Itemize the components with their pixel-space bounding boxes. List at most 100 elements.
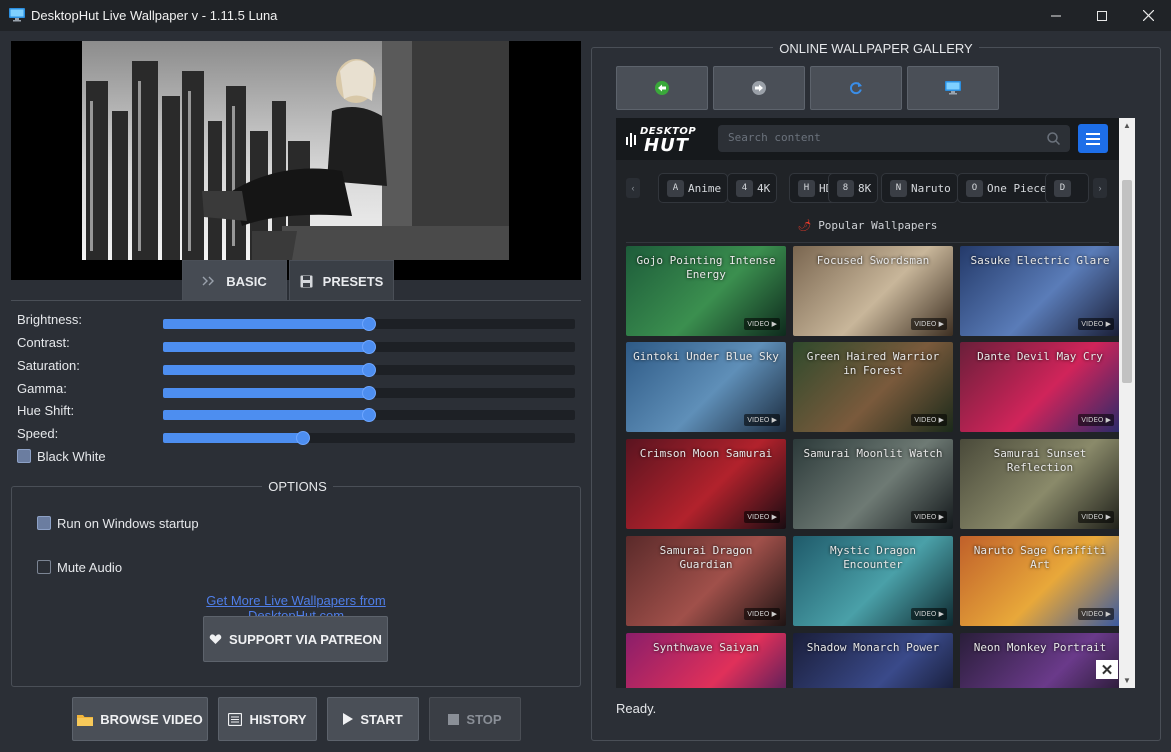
speed-slider[interactable]: [163, 431, 575, 445]
category-chip[interactable]: N Naruto: [881, 173, 958, 203]
wallpaper-card[interactable]: Mystic Dragon Encounter VIDEO ▶: [793, 536, 953, 626]
wallpaper-card-title: Dante Devil May Cry: [977, 350, 1103, 363]
hue-shift-slider[interactable]: [163, 408, 575, 422]
search-placeholder: Search content: [728, 131, 821, 144]
mute-audio-label: Mute Audio: [57, 560, 123, 575]
stop-label: STOP: [466, 711, 502, 727]
chip-badge: 4: [736, 179, 753, 197]
tab-presets[interactable]: PRESETS: [289, 260, 394, 301]
tab-basic[interactable]: BASIC: [182, 260, 287, 301]
patreon-button-label: SUPPORT VIA PATREON: [229, 631, 382, 647]
category-chip[interactable]: A Anime: [658, 173, 729, 203]
category-chip[interactable]: D: [1045, 173, 1089, 203]
folder-icon: [77, 714, 94, 726]
wallpaper-preview: [11, 41, 581, 280]
chip-label: One Piece: [987, 181, 1047, 195]
wallpaper-card[interactable]: Gojo Pointing Intense Energy VIDEO ▶: [626, 246, 786, 336]
refresh-icon: [850, 82, 862, 95]
saturation-slider[interactable]: [163, 363, 575, 377]
play-icon: [343, 713, 354, 725]
chip-label: Naruto: [911, 181, 951, 195]
category-chip[interactable]: 8 8K: [828, 173, 879, 203]
app-icon: [9, 8, 25, 22]
maximize-button[interactable]: [1079, 0, 1125, 31]
video-badge: VIDEO ▶: [744, 318, 780, 330]
search-input[interactable]: Search content: [718, 125, 1070, 152]
contrast-slider-handle[interactable]: [362, 340, 376, 354]
minimize-button[interactable]: [1033, 0, 1079, 31]
category-chip[interactable]: O One Piece: [957, 173, 1054, 203]
wallpaper-card[interactable]: Shadow Monarch PowerVIDEO ▶: [793, 633, 953, 688]
wallpaper-card[interactable]: Synthwave SaiyanVIDEO ▶: [626, 633, 786, 688]
patreon-button[interactable]: SUPPORT VIA PATREON: [203, 616, 388, 662]
wallpaper-card-title: Crimson Moon Samurai: [639, 447, 773, 460]
wallpaper-card[interactable]: Gintoki Under Blue Sky VIDEO ▶: [626, 342, 786, 432]
browse-video-button[interactable]: BROWSE VIDEO: [72, 697, 208, 741]
hamburger-icon: [1086, 133, 1100, 145]
webview-scroll-thumb[interactable]: [1122, 180, 1132, 383]
ad-close-button[interactable]: ✕: [1096, 660, 1118, 679]
back-button[interactable]: [616, 66, 708, 110]
gamma-slider-handle[interactable]: [362, 386, 376, 400]
wallpaper-card[interactable]: Sasuke Electric Glare VIDEO ▶: [960, 246, 1120, 336]
wallpaper-card[interactable]: Crimson Moon Samurai VIDEO ▶: [626, 439, 786, 529]
minimize-icon: [1051, 15, 1061, 16]
brightness-slider[interactable]: [163, 317, 575, 331]
video-badge: VIDEO ▶: [911, 414, 947, 426]
video-badge: VIDEO ▶: [911, 318, 947, 330]
chip-label: 8K: [858, 181, 872, 195]
history-button[interactable]: HISTORY: [218, 697, 317, 741]
chip-badge: 8: [837, 179, 854, 197]
video-badge: VIDEO ▶: [744, 608, 780, 620]
wallpaper-card[interactable]: Samurai Moonlit Watch VIDEO ▶: [793, 439, 953, 529]
refresh-button[interactable]: [810, 66, 902, 110]
chip-badge: D: [1054, 179, 1071, 197]
hue-shift-slider-handle[interactable]: [362, 408, 376, 422]
webview-scrollbar[interactable]: ▲ ▼: [1119, 118, 1135, 688]
contrast-slider[interactable]: [163, 340, 575, 354]
saturation-slider-handle[interactable]: [362, 363, 376, 377]
brightness-slider-handle[interactable]: [362, 317, 376, 331]
pepper-icon: 🌶: [797, 219, 812, 232]
wallpaper-card[interactable]: Dante Devil May Cry VIDEO ▶: [960, 342, 1120, 432]
chip-label: Anime: [688, 181, 722, 195]
menu-button[interactable]: [1078, 124, 1108, 153]
stop-icon: [448, 713, 460, 725]
wallpaper-card[interactable]: Focused Swordsman VIDEO ▶: [793, 246, 953, 336]
wallpaper-card-title: Gintoki Under Blue Sky: [633, 350, 779, 363]
popular-heading: 🌶 Popular Wallpapers: [616, 219, 1119, 232]
preview-image: [82, 41, 509, 260]
chips-scroll-right[interactable]: ›: [1093, 178, 1107, 198]
video-badge: VIDEO ▶: [744, 511, 780, 523]
wallpaper-card-title: Samurai Dragon Guardian: [659, 544, 753, 571]
close-button[interactable]: [1125, 0, 1171, 31]
speed-slider-handle[interactable]: [296, 431, 311, 445]
scroll-up-icon[interactable]: ▲: [1123, 121, 1131, 130]
wallpaper-card-title: Focused Swordsman: [816, 254, 930, 267]
gamma-label: Gamma:: [17, 381, 67, 396]
run-on-startup-label: Run on Windows startup: [57, 516, 199, 531]
wallpaper-card-title: Sasuke Electric Glare: [970, 254, 1110, 267]
home-button[interactable]: [907, 66, 999, 110]
wallpaper-card[interactable]: Green Haired Warrior in Forest VIDEO ▶: [793, 342, 953, 432]
mute-audio-checkbox[interactable]: [37, 560, 51, 574]
start-button[interactable]: START: [327, 697, 419, 741]
wallpaper-card[interactable]: Samurai Dragon Guardian VIDEO ▶: [626, 536, 786, 626]
chips-scroll-left[interactable]: ‹: [626, 178, 640, 198]
title-bar: DesktopHut Live Wallpaper v - 1.11.5 Lun…: [0, 0, 1171, 31]
scroll-down-icon[interactable]: ▼: [1123, 676, 1131, 685]
chevrons-icon: [202, 276, 215, 286]
run-on-startup-checkbox[interactable]: [37, 516, 51, 530]
gamma-slider[interactable]: [163, 386, 575, 400]
status-text: Ready.: [616, 701, 657, 716]
search-icon[interactable]: [1047, 132, 1060, 145]
forward-button[interactable]: [713, 66, 805, 110]
video-badge: VIDEO ▶: [911, 511, 947, 523]
wallpaper-card[interactable]: Naruto Sage Graffiti Art VIDEO ▶: [960, 536, 1120, 626]
video-badge: VIDEO ▶: [1078, 511, 1114, 523]
category-chip[interactable]: 4 4K: [727, 173, 778, 203]
black-white-checkbox[interactable]: [17, 449, 31, 463]
tab-divider: [11, 300, 581, 301]
wallpaper-card[interactable]: Samurai Sunset Reflection VIDEO ▶: [960, 439, 1120, 529]
stop-button[interactable]: STOP: [429, 697, 521, 741]
